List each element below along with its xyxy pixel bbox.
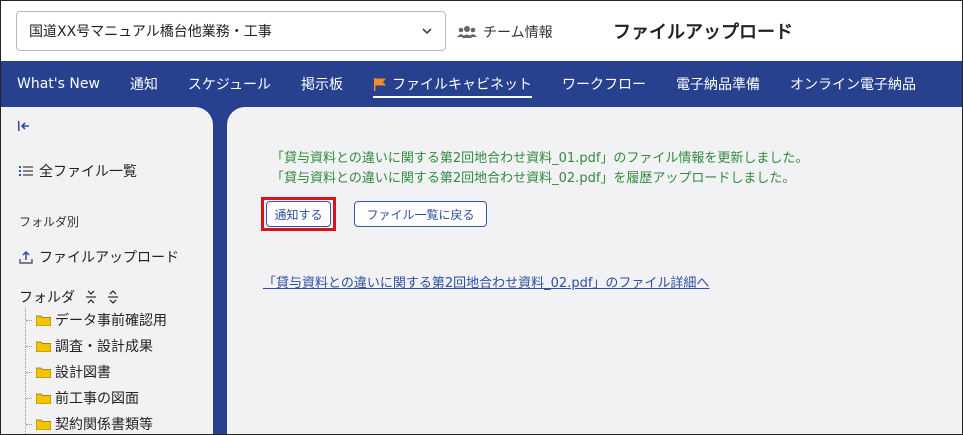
nav-label: What's New: [17, 76, 100, 92]
by-folder-section-label: フォルダ別: [19, 215, 80, 229]
collapse-sidebar-icon[interactable]: [17, 119, 31, 133]
team-info-label: チーム情報: [483, 25, 553, 41]
folder-icon: [36, 367, 51, 378]
success-message: 「貸与資料との違いに関する第2回地合わせ資料_02.pdf」を履歴アップロードし…: [271, 171, 796, 186]
nav-label: 通知: [129, 77, 158, 93]
collapse-all-icon[interactable]: [85, 290, 97, 304]
folder-item[interactable]: データ事前確認用: [26, 309, 167, 331]
success-message: 「貸与資料との違いに関する第2回地合わせ資料_01.pdf」のファイル情報を更新…: [271, 151, 809, 166]
nav-notifications[interactable]: 通知: [130, 70, 158, 98]
nav-label: ファイルキャビネット: [391, 77, 532, 93]
folder-label: 契約関係書類等: [55, 417, 153, 433]
folder-icon: [36, 315, 51, 326]
nav-whats-new[interactable]: What's New: [17, 72, 100, 96]
folder-item[interactable]: 設計図書: [26, 361, 111, 383]
nav-label: ワークフロー: [561, 77, 646, 93]
top-bar: 国道XX号マニュアル橋台他業務・工事 チーム情報 ファイルアップロード: [1, 1, 962, 61]
file-upload-link[interactable]: ファイルアップロード: [19, 247, 179, 267]
file-upload-label: ファイルアップロード: [39, 250, 179, 266]
folder-icon: [36, 341, 51, 352]
nav-label: 掲示板: [300, 77, 343, 93]
app-window: 国道XX号マニュアル橋台他業務・工事 チーム情報 ファイルアップロード What…: [0, 0, 963, 435]
folder-item[interactable]: 調査・設計成果: [26, 335, 153, 357]
nav-file-cabinet[interactable]: ファイルキャビネット: [372, 70, 532, 98]
nav-workflow[interactable]: ワークフロー: [562, 70, 646, 98]
folder-label: データ事前確認用: [55, 313, 167, 329]
team-icon: [457, 26, 477, 38]
nav-online-delivery[interactable]: オンライン電子納品: [790, 70, 916, 98]
tree-connector: [26, 319, 32, 321]
nav-label: スケジュール: [187, 77, 271, 93]
all-files-link[interactable]: 全ファイル一覧: [19, 161, 137, 181]
back-to-file-list-button[interactable]: ファイル一覧に戻る: [354, 201, 487, 227]
flag-icon: [373, 78, 386, 91]
nav-bulletin-board[interactable]: 掲示板: [301, 70, 343, 98]
body-area: 全ファイル一覧 フォルダ別 ファイルアップロード フォルダ データ事前確認用 調…: [1, 107, 962, 434]
tree-connector: [26, 371, 32, 373]
nav-label: 電子納品準備: [675, 77, 760, 93]
folder-label: 前工事の図面: [55, 391, 139, 407]
folder-header: フォルダ: [19, 287, 119, 307]
file-detail-link[interactable]: 「貸与資料との違いに関する第2回地合わせ資料_02.pdf」のファイル詳細へ: [263, 272, 709, 291]
folder-label: フォルダ: [19, 290, 75, 306]
sidebar: 全ファイル一覧 フォルダ別 ファイルアップロード フォルダ データ事前確認用 調…: [1, 107, 213, 434]
nav-schedule[interactable]: スケジュール: [188, 70, 271, 98]
main-nav: What's New 通知 スケジュール 掲示板 ファイルキャビネット ワークフ…: [1, 61, 962, 107]
nav-delivery-prep[interactable]: 電子納品準備: [676, 70, 760, 98]
tree-connector: [26, 345, 32, 347]
folder-item[interactable]: 前工事の図面: [26, 387, 139, 409]
chevron-down-icon: [422, 28, 432, 35]
all-files-label: 全ファイル一覧: [39, 164, 137, 180]
main-content: 「貸与資料との違いに関する第2回地合わせ資料_01.pdf」のファイル情報を更新…: [227, 107, 962, 434]
list-icon: [19, 166, 33, 176]
project-select-value: 国道XX号マニュアル橋台他業務・工事: [29, 24, 272, 40]
notify-button[interactable]: 通知する: [266, 201, 331, 227]
folder-tree: データ事前確認用 調査・設計成果 設計図書 前工事の図面 契約関係書類等: [25, 307, 211, 434]
page-title: ファイルアップロード: [613, 22, 793, 43]
expand-all-icon[interactable]: [107, 290, 119, 304]
folder-label: 設計図書: [55, 365, 111, 381]
project-select[interactable]: 国道XX号マニュアル橋台他業務・工事: [16, 11, 446, 51]
folder-icon: [36, 393, 51, 404]
upload-icon: [19, 250, 33, 264]
folder-item[interactable]: 契約関係書類等: [26, 413, 153, 434]
tree-connector: [26, 423, 32, 425]
nav-label: オンライン電子納品: [789, 77, 916, 93]
folder-label: 調査・設計成果: [55, 339, 153, 355]
tree-connector: [26, 397, 32, 399]
team-info-link[interactable]: チーム情報: [457, 20, 553, 44]
folder-icon: [36, 419, 51, 430]
